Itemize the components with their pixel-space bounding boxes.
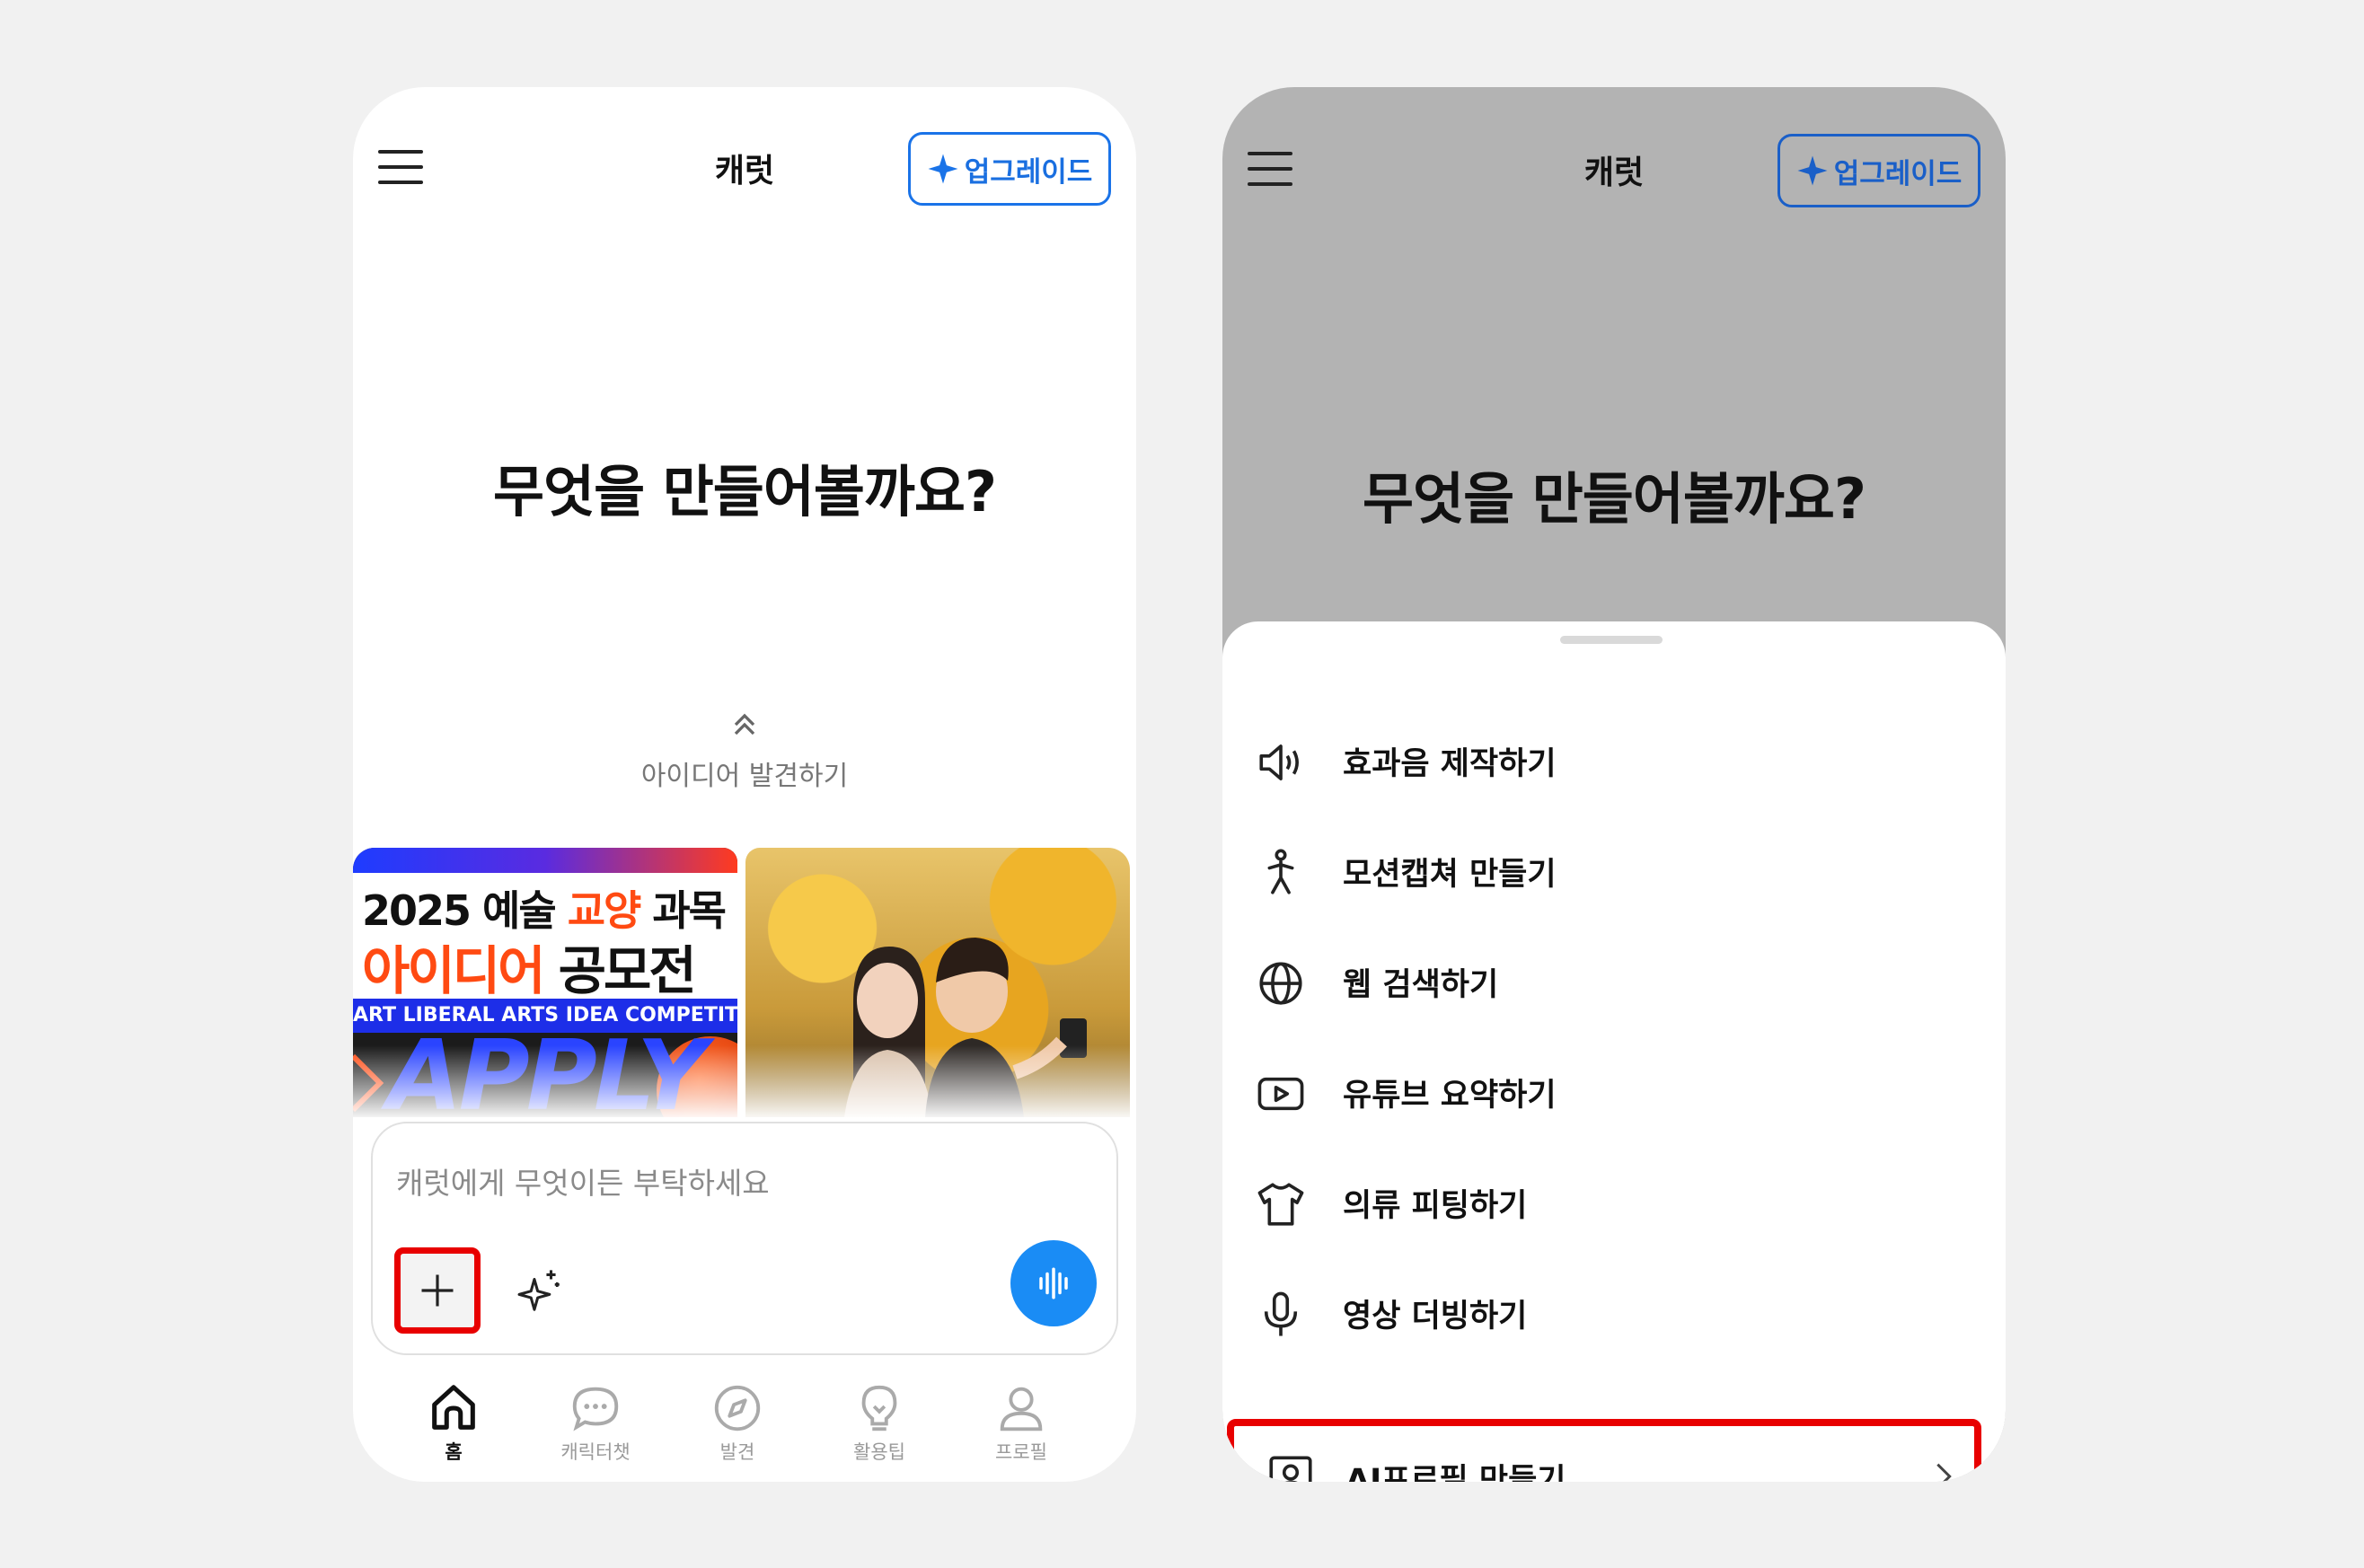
menu-item-youtube-summary[interactable]: 유튜브 요약하기 [1222,1043,2006,1132]
chat-bubble-icon [572,1387,619,1431]
discover-label: 아이디어 발견하기 [640,761,849,792]
microphone-icon [1264,1291,1298,1336]
menu-item-sound-effect[interactable]: 효과음 제작하기 [1222,711,2006,801]
plus-icon [421,1274,454,1307]
add-attachment-button[interactable] [394,1247,481,1334]
tab-discover-label: 발견 [719,1441,755,1463]
sheet-grabber-handle[interactable] [1560,636,1663,644]
background-canvas: 캐럿 업그레이드 무엇을 만들어볼까요? 아이디어 발견하기 2025 예술 교… [0,0,2364,1568]
menu-item-clothing-fitting[interactable]: 의류 피팅하기 [1222,1153,2006,1243]
audio-waveform-icon [1039,1267,1068,1299]
tab-tips-label: 활용팁 [853,1441,905,1463]
top-bar: 캐럿 업그레이드 [353,87,1136,267]
tab-discover[interactable]: 발견 [675,1380,800,1465]
double-chevron-up-icon [734,713,755,736]
cards-fade-overlay [353,1045,1136,1117]
left-phone-screen: 캐럿 업그레이드 무엇을 만들어볼까요? 아이디어 발견하기 2025 예술 교… [353,87,1136,1482]
tshirt-icon [1257,1183,1304,1226]
bottom-tab-bar: 홈 캐릭터챗 발견 활용팁 프로필 [353,1380,1136,1479]
menu-item-label: AI프로필 만들기 [1345,1463,1566,1482]
banner-line2: 아이디어 공모전 [362,940,697,1001]
ai-sparkle-button-icon[interactable] [515,1267,563,1316]
tab-character-chat[interactable]: 캐릭터챗 [533,1380,658,1465]
home-icon [432,1385,475,1430]
prompt-input[interactable]: 캐럿에게 무엇이든 부탁하세요 [396,1159,770,1202]
tab-profile[interactable]: 프로필 [958,1380,1084,1465]
chevron-right-icon [1936,1463,1952,1482]
idea-cards: 2025 예술 교양 과목 아이디어 공모전 ART LIBERAL ARTS … [353,848,1136,1117]
voice-input-button[interactable] [1010,1240,1097,1326]
person-icon [1000,1387,1043,1431]
running-person-icon [1267,849,1294,894]
discover-ideas-toggle[interactable]: 아이디어 발견하기 [353,707,1136,793]
menu-item-label: 효과음 제작하기 [1343,746,1557,782]
tab-home[interactable]: 홈 [391,1380,516,1465]
menu-item-motion-capture[interactable]: 모션캡쳐 만들기 [1222,822,2006,912]
page-headline: 무엇을 만들어볼까요? [493,459,997,524]
tab-profile-label: 프로필 [995,1441,1047,1463]
tab-character-chat-label: 캐릭터챗 [560,1441,631,1463]
compass-icon [714,1385,761,1431]
menu-item-label: 의류 피팅하기 [1343,1188,1528,1224]
tab-home-label: 홈 [445,1441,463,1463]
upgrade-button[interactable]: 업그레이드 [1777,134,1980,207]
upgrade-button[interactable]: 업그레이드 [908,132,1111,206]
prompt-composer: 캐럿에게 무엇이든 부탁하세요 [371,1122,1118,1355]
menu-item-label: 웹 검색하기 [1343,967,1499,1003]
menu-item-label: 모션캡쳐 만들기 [1343,857,1557,893]
speaker-icon [1259,744,1299,780]
sparkle-star-icon [928,154,958,184]
upgrade-label: 업그레이드 [1833,157,1963,190]
profile-portrait-icon [1269,1456,1312,1482]
banner-gradient-stripe [353,848,737,873]
upgrade-label: 업그레이드 [964,155,1093,189]
page-headline: 무엇을 만들어볼까요? [1363,466,1866,532]
youtube-icon [1257,1077,1304,1111]
right-phone-screen: 캐럿 업그레이드 무엇을 만들어볼까요? 효과음 제작하기 모션캡쳐 만들기 웹… [1222,87,2006,1482]
menu-item-label: 영상 더빙하기 [1343,1299,1528,1335]
sparkle-star-icon [1797,155,1828,186]
menu-item-video-dubbing[interactable]: 영상 더빙하기 [1222,1264,2006,1353]
menu-item-ai-profile[interactable]: AI프로필 만들기 [1227,1419,1981,1482]
top-bar: 캐럿 업그레이드 [1222,87,2006,267]
globe-icon [1259,962,1302,1005]
menu-item-label: 유튜브 요약하기 [1343,1078,1557,1114]
tab-tips[interactable]: 활용팁 [816,1380,942,1465]
menu-item-web-search[interactable]: 웹 검색하기 [1222,932,2006,1022]
lightbulb-icon [861,1385,897,1431]
tools-bottom-sheet: 효과음 제작하기 모션캡쳐 만들기 웹 검색하기 유튜브 요약하기 의류 피팅하… [1222,621,2006,1482]
